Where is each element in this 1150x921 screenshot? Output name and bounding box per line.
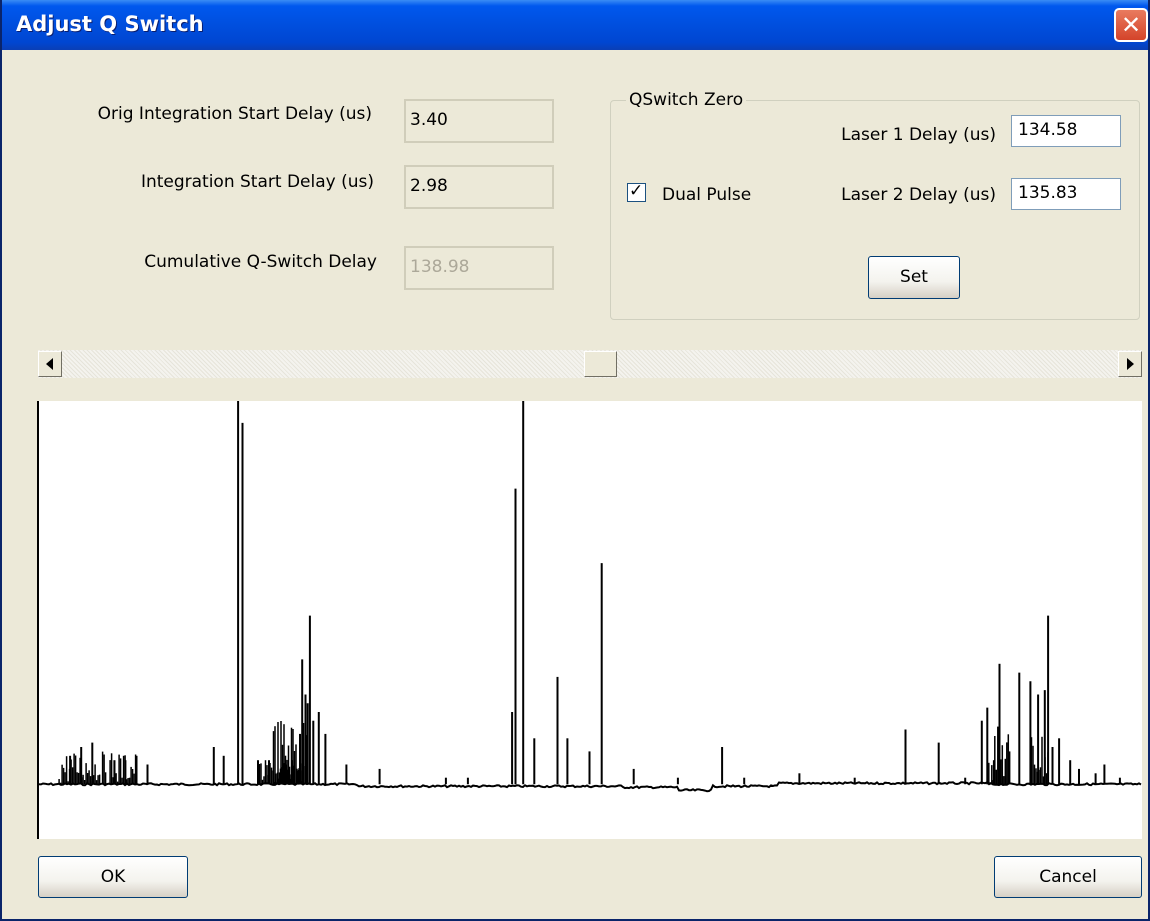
dual-pulse-checkbox[interactable]: ✓ bbox=[627, 181, 646, 202]
adjust-q-switch-dialog: Adjust Q Switch ✕ Orig Integration Start… bbox=[0, 0, 1150, 921]
orig-integration-start-delay-field: 3.40 bbox=[404, 99, 554, 143]
cancel-button[interactable]: Cancel bbox=[994, 856, 1142, 898]
scroll-thumb[interactable] bbox=[583, 351, 617, 377]
integration-start-delay-label: Integration Start Delay (us) bbox=[140, 172, 374, 192]
title-bar[interactable]: Adjust Q Switch ✕ bbox=[2, 0, 1148, 50]
laser-1-delay-label: Laser 1 Delay (us) bbox=[841, 125, 996, 145]
close-button[interactable]: ✕ bbox=[1114, 8, 1148, 42]
cumulative-q-switch-delay-label: Cumulative Q-Switch Delay bbox=[144, 252, 377, 272]
dual-pulse-label[interactable]: Dual Pulse bbox=[662, 185, 751, 205]
window-title: Adjust Q Switch bbox=[16, 12, 204, 36]
signal-trace bbox=[37, 401, 1142, 839]
delay-scrollbar[interactable] bbox=[38, 350, 1142, 378]
set-button[interactable]: Set bbox=[868, 256, 960, 299]
close-icon: ✕ bbox=[1120, 11, 1142, 39]
scroll-right-button[interactable] bbox=[1118, 351, 1142, 377]
arrow-left-icon bbox=[46, 358, 53, 370]
scroll-left-button[interactable] bbox=[38, 351, 62, 377]
signal-plot bbox=[37, 401, 1142, 839]
cumulative-q-switch-delay-field: 138.98 bbox=[404, 246, 554, 290]
laser-1-delay-input[interactable]: 134.58 bbox=[1011, 115, 1121, 147]
arrow-right-icon bbox=[1127, 358, 1134, 370]
ok-button[interactable]: OK bbox=[38, 856, 188, 898]
orig-integration-start-delay-label: Orig Integration Start Delay (us) bbox=[97, 104, 372, 124]
laser-2-delay-label: Laser 2 Delay (us) bbox=[841, 185, 996, 205]
checkmark-icon: ✓ bbox=[629, 181, 644, 201]
laser-2-delay-input[interactable]: 135.83 bbox=[1011, 178, 1121, 210]
integration-start-delay-field[interactable]: 2.98 bbox=[404, 165, 554, 209]
qswitch-zero-group-title: QSwitch Zero bbox=[626, 90, 747, 110]
